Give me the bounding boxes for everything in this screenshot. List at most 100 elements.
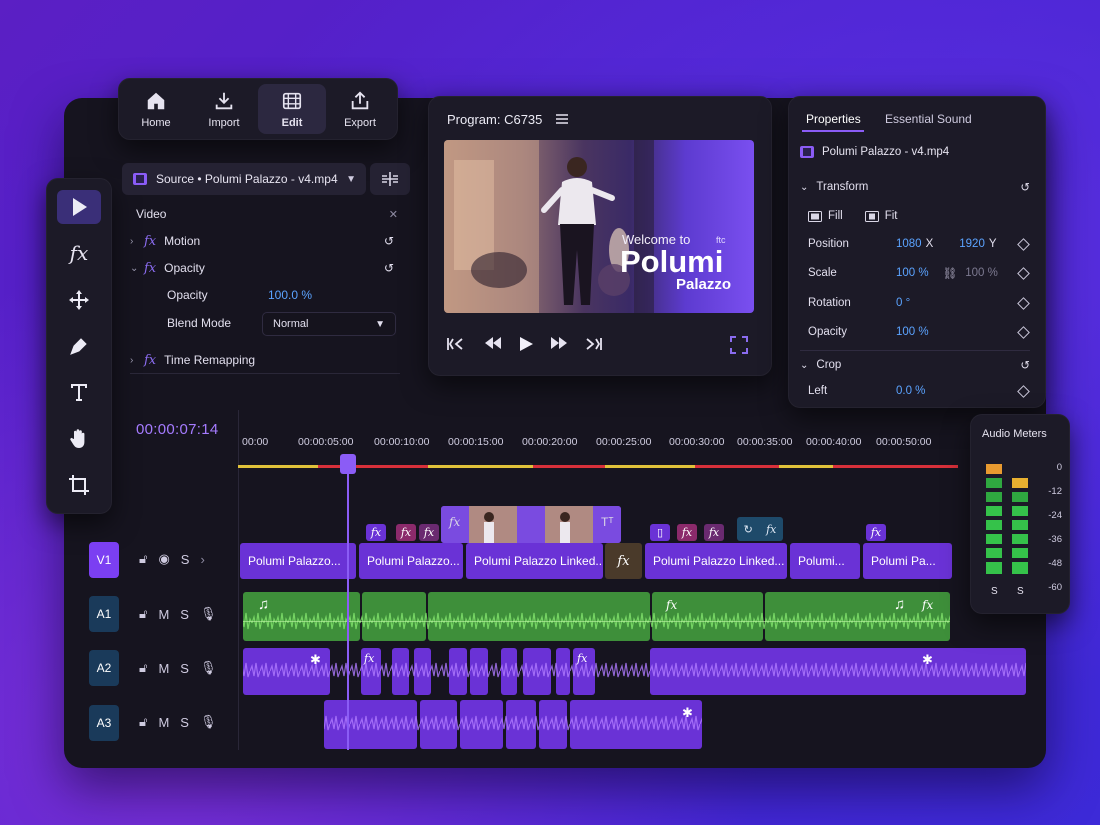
transform-label: Transform xyxy=(816,181,869,193)
scale-value[interactable]: 100 % xyxy=(896,267,929,279)
crop-left-value[interactable]: 0.0 % xyxy=(896,385,925,397)
effect-opacity-row[interactable]: ⌄ fx Opacity ↺ xyxy=(130,255,400,281)
tab-essential-sound[interactable]: Essential Sound xyxy=(885,112,972,126)
fx-tool[interactable]: fx xyxy=(57,236,101,270)
opacity-param-value[interactable]: 100.0 % xyxy=(268,288,312,302)
nav-export-button[interactable]: Export xyxy=(326,84,394,134)
fx-badge[interactable]: fx xyxy=(396,524,416,541)
film-clip-icon xyxy=(133,173,147,185)
transition-clip[interactable]: fx xyxy=(605,543,642,579)
go-to-in-button[interactable] xyxy=(446,336,464,352)
solo-button[interactable]: S xyxy=(180,661,189,676)
reset-icon[interactable]: ↺ xyxy=(384,234,394,248)
fx-badge[interactable]: fx xyxy=(419,524,439,541)
video-clip[interactable]: Polumi Pa... xyxy=(863,543,952,579)
mute-button[interactable]: M xyxy=(158,661,169,676)
fit-button[interactable]: Fit xyxy=(864,210,897,222)
crop-header[interactable]: ⌄ Crop ↺ xyxy=(800,354,1030,376)
link-icon[interactable]: ⛓ xyxy=(943,266,958,280)
lock-icon[interactable]: 🔓︎ xyxy=(139,660,147,676)
nav-import-button[interactable]: Import xyxy=(190,84,258,134)
type-tool[interactable] xyxy=(57,375,101,409)
position-x-value[interactable]: 1080 xyxy=(896,238,922,250)
reset-icon[interactable]: ↺ xyxy=(1020,180,1030,194)
lock-icon[interactable]: 🔓︎ xyxy=(139,551,147,567)
keyframe-icon[interactable] xyxy=(1017,266,1030,280)
rewind-button[interactable] xyxy=(484,336,502,350)
effect-motion-row[interactable]: › fx Motion ↺ xyxy=(130,228,400,254)
crop-tool[interactable] xyxy=(57,468,101,502)
opacity-value[interactable]: 100 % xyxy=(896,326,929,338)
thumbnail-strip[interactable]: fx Tᵀ xyxy=(441,506,621,543)
blend-mode-select[interactable]: Normal ▼ xyxy=(262,312,396,336)
play-button[interactable] xyxy=(518,336,534,352)
rotation-value[interactable]: 0 ° xyxy=(896,297,910,309)
fx-badge[interactable]: fx xyxy=(866,524,886,541)
snap-split-button[interactable] xyxy=(370,163,410,195)
effect-time-remap-row[interactable]: › fx Time Remapping xyxy=(130,347,400,373)
transform-header[interactable]: ⌄ Transform ↺ xyxy=(800,176,1030,198)
opacity-row: Opacity 100 % xyxy=(808,321,1030,343)
meter-solo-right[interactable]: S xyxy=(1017,586,1024,597)
reset-icon[interactable]: ↺ xyxy=(384,261,394,275)
solo-button[interactable]: S xyxy=(181,552,190,567)
keyframe-icon[interactable] xyxy=(1017,237,1030,251)
ruler-tick-label: 00:00 xyxy=(242,436,269,448)
tab-properties[interactable]: Properties xyxy=(806,112,861,126)
chevron-right-icon[interactable]: › xyxy=(130,355,144,366)
chevron-right-icon[interactable]: › xyxy=(130,236,144,247)
close-icon[interactable]: ✕ xyxy=(389,208,398,221)
video-clip[interactable]: Polumi Palazzo Linked... xyxy=(466,543,603,579)
title-badge[interactable]: ▯ xyxy=(650,524,670,541)
track-label-a2[interactable]: A2 xyxy=(89,650,119,686)
eye-icon[interactable]: ◉ xyxy=(158,551,169,567)
fast-forward-button[interactable] xyxy=(550,336,568,350)
video-clip[interactable]: Polumi Palazzo Linked... xyxy=(645,543,787,579)
track-label-v1[interactable]: V1 xyxy=(89,542,119,578)
timeline-timecode[interactable]: 00:00:07:14 xyxy=(136,421,219,438)
fullscreen-button[interactable] xyxy=(730,336,748,354)
fx-badge[interactable]: fx xyxy=(704,524,724,541)
chevron-right-icon[interactable]: › xyxy=(200,552,204,567)
reset-icon[interactable]: ↺ xyxy=(1020,358,1030,372)
fx-icon: fx xyxy=(766,522,777,536)
fx-badge[interactable]: fx xyxy=(677,524,697,541)
selection-tool[interactable] xyxy=(57,190,101,225)
nav-edit-button[interactable]: Edit xyxy=(258,84,326,134)
microphone-icon[interactable]: 🎙︎ xyxy=(200,660,217,676)
go-to-out-button[interactable] xyxy=(585,336,603,352)
lock-icon[interactable]: 🔓︎ xyxy=(139,714,147,730)
pen-tool[interactable] xyxy=(57,329,101,363)
track-label-a3[interactable]: A3 xyxy=(89,705,119,741)
keyframe-icon[interactable] xyxy=(1017,325,1030,339)
move-tool[interactable] xyxy=(57,283,101,317)
solo-button[interactable]: S xyxy=(180,715,189,730)
microphone-icon[interactable]: 🎙︎ xyxy=(200,606,217,622)
fill-button[interactable]: Fill xyxy=(808,210,843,222)
microphone-icon[interactable]: 🎙︎ xyxy=(200,714,217,730)
mute-button[interactable]: M xyxy=(158,715,169,730)
lock-icon[interactable]: 🔓︎ xyxy=(139,606,147,622)
mute-button[interactable]: M xyxy=(158,607,169,622)
fx-icon: fx xyxy=(364,652,375,665)
hamburger-menu-icon[interactable] xyxy=(555,113,569,125)
fx-badge[interactable]: fx xyxy=(366,524,386,541)
track-label-a1[interactable]: A1 xyxy=(89,596,119,632)
divider xyxy=(800,350,1030,351)
nav-home-button[interactable]: Home xyxy=(122,84,190,134)
meter-solo-left[interactable]: S xyxy=(991,586,998,597)
keyframe-icon[interactable] xyxy=(1017,296,1030,310)
source-selector[interactable]: Source • Polumi Palazzo - v4.mp4 ▼ xyxy=(122,163,366,195)
video-clip[interactable]: Polumi... xyxy=(790,543,860,579)
fx-icon: fx xyxy=(666,598,678,612)
video-clip[interactable]: Polumi Palazzo... xyxy=(240,543,356,579)
adjustment-clip[interactable]: ↻ fx xyxy=(737,517,783,541)
hand-tool[interactable] xyxy=(57,421,101,455)
keyframe-icon[interactable] xyxy=(1017,384,1030,398)
video-preview[interactable]: Welcome to ftc Polumi Palazzo xyxy=(444,140,754,313)
solo-button[interactable]: S xyxy=(180,607,189,622)
position-y-value[interactable]: 1920 xyxy=(959,238,985,250)
playhead-handle[interactable] xyxy=(340,454,356,474)
video-clip[interactable]: Polumi Palazzo... xyxy=(359,543,463,579)
chevron-down-icon[interactable]: ⌄ xyxy=(130,263,144,274)
